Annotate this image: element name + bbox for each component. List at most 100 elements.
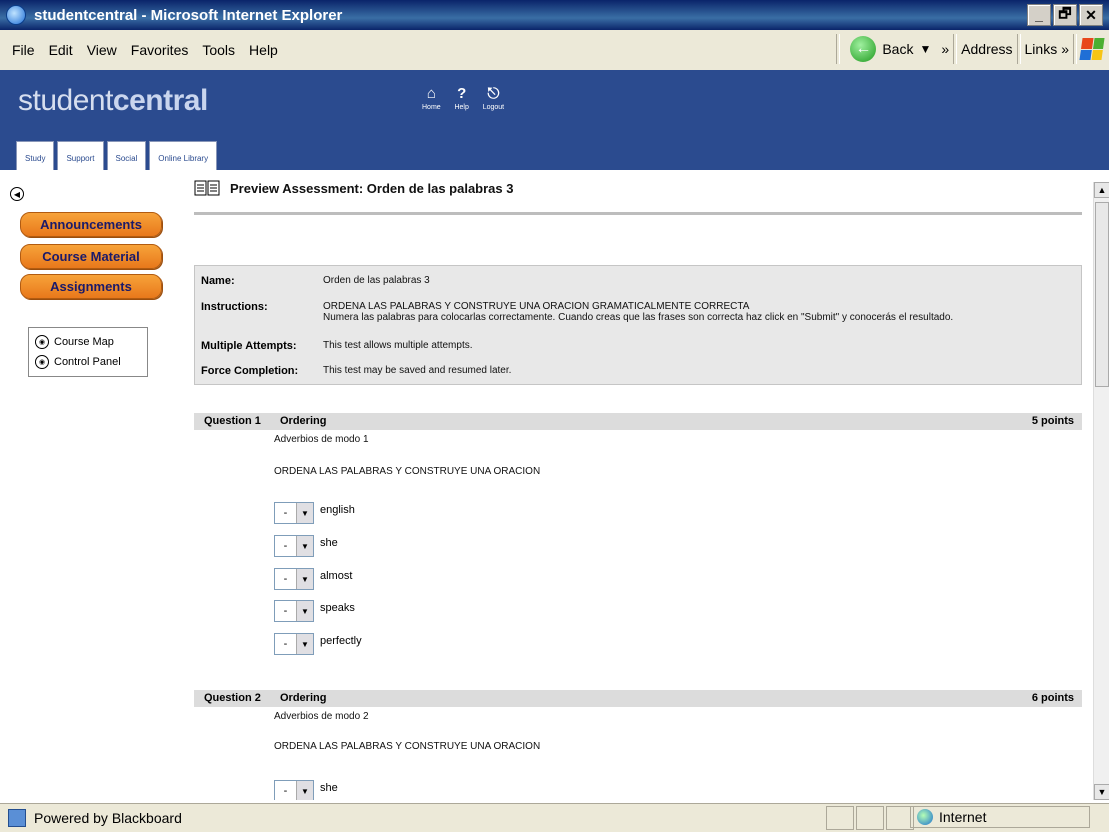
nav-announcements-button[interactable]: Announcements	[20, 212, 162, 237]
question-prompt: ORDENA LAS PALABRAS Y CONSTRUYE UNA ORAC…	[274, 466, 541, 477]
name-label: Name:	[201, 275, 235, 287]
logout-link[interactable]: ⎋ Logout	[483, 84, 504, 112]
ordering-item: - ▼ english	[274, 502, 355, 524]
page-title: Preview Assessment: Orden de las palabra…	[230, 180, 514, 196]
nav-course-material-button[interactable]: Course Material	[20, 244, 162, 269]
instructions-label: Instructions:	[201, 301, 268, 313]
course-map-icon: ◉	[35, 335, 49, 349]
menu-file[interactable]: File	[12, 42, 35, 58]
tab-support[interactable]: Support	[57, 141, 104, 170]
ordering-word: she	[320, 537, 338, 549]
security-zone[interactable]: Internet	[910, 806, 1090, 828]
ordering-word: perfectly	[320, 635, 362, 647]
question-subtitle: Adverbios de modo 2	[274, 711, 369, 722]
dropdown-arrow-icon[interactable]: ▼	[296, 781, 313, 800]
ordering-word: she	[320, 782, 338, 794]
status-panes	[826, 806, 914, 830]
ordering-word: almost	[320, 570, 353, 582]
collapse-menu-icon[interactable]: ◀	[10, 187, 24, 201]
status-pane	[826, 806, 854, 830]
force-completion-label: Force Completion:	[201, 365, 299, 377]
home-link[interactable]: ⌂ Home	[422, 84, 441, 112]
question-number: Question 1	[204, 415, 261, 427]
home-icon: ⌂	[426, 84, 436, 102]
back-button[interactable]: ← Back ▼	[844, 34, 937, 64]
question-points: 6 points	[1031, 692, 1074, 704]
order-select[interactable]: - ▼	[274, 633, 314, 655]
question-type: Ordering	[280, 415, 327, 427]
top-links: ⌂ Home ? Help ⎋ Logout	[422, 84, 504, 112]
menu-tools[interactable]: Tools	[202, 42, 235, 58]
order-select[interactable]: - ▼	[274, 600, 314, 622]
dropdown-arrow-icon[interactable]: ▼	[296, 634, 313, 654]
order-select[interactable]: - ▼	[274, 568, 314, 590]
dropdown-arrow-icon[interactable]: ▼	[919, 42, 931, 56]
ordering-item: - ▼ she	[274, 535, 338, 557]
ordering-item: - ▼ perfectly	[274, 633, 362, 655]
links-chevron[interactable]: »	[1061, 41, 1069, 57]
internet-globe-icon	[917, 809, 933, 825]
nav-assignments-button[interactable]: Assignments	[20, 274, 162, 299]
dropdown-arrow-icon[interactable]: ▼	[296, 503, 313, 523]
control-panel-label: Control Panel	[54, 356, 121, 368]
course-map-link[interactable]: ◉ Course Map	[35, 332, 141, 352]
order-select-value: -	[283, 785, 288, 797]
order-select-value: -	[283, 638, 288, 650]
minimize-button[interactable]: _	[1027, 4, 1051, 26]
menu-help[interactable]: Help	[249, 42, 278, 58]
tab-online-library[interactable]: Online Library	[149, 141, 218, 170]
scroll-thumb[interactable]	[1095, 202, 1109, 387]
order-select[interactable]: - ▼	[274, 535, 314, 557]
links-label[interactable]: Links	[1025, 41, 1058, 57]
site-logo[interactable]: studentcentral	[18, 84, 208, 118]
ie-icon	[6, 5, 26, 25]
question-header: Question 2 Ordering 6 points	[194, 690, 1082, 707]
dropdown-arrow-icon[interactable]: ▼	[296, 536, 313, 556]
window-title: studentcentral - Microsoft Internet Expl…	[34, 6, 343, 24]
logo-text-bold: central	[112, 84, 208, 117]
ordering-item: - ▼ almost	[274, 568, 352, 590]
scroll-down-arrow-icon[interactable]: ▼	[1094, 784, 1109, 800]
menu-favorites[interactable]: Favorites	[131, 42, 189, 58]
back-arrow-icon: ←	[850, 36, 877, 62]
main-content: Preview Assessment: Orden de las palabra…	[190, 170, 1087, 800]
force-completion-value: This test may be saved and resumed later…	[323, 365, 512, 376]
scroll-up-arrow-icon[interactable]: ▲	[1094, 182, 1109, 198]
toolbar-chevron[interactable]: »	[941, 41, 949, 57]
ordering-word: speaks	[320, 602, 355, 614]
tools-box: ◉ Course Map ◉ Control Panel	[28, 327, 148, 377]
separator	[953, 34, 958, 64]
separator	[836, 34, 841, 64]
question-type: Ordering	[280, 692, 327, 704]
vertical-scrollbar[interactable]: ▲ ▼	[1093, 182, 1109, 800]
tab-study[interactable]: Study	[16, 141, 55, 170]
menu-view[interactable]: View	[87, 42, 117, 58]
ordering-word: english	[320, 504, 355, 516]
question-subtitle: Adverbios de modo 1	[274, 434, 369, 445]
logo-text-plain: student	[18, 84, 113, 117]
question-header: Question 1 Ordering 5 points	[194, 413, 1082, 430]
order-select[interactable]: - ▼	[274, 780, 314, 800]
dropdown-arrow-icon[interactable]: ▼	[296, 601, 313, 621]
assessment-info-box: Name: Orden de las palabras 3 Instructio…	[194, 265, 1082, 385]
tab-social[interactable]: Social	[106, 141, 147, 170]
menu-edit[interactable]: Edit	[49, 42, 73, 58]
order-select-value: -	[283, 573, 288, 585]
name-value: Orden de las palabras 3	[323, 275, 430, 286]
help-label: Help	[454, 104, 469, 111]
order-select[interactable]: - ▼	[274, 502, 314, 524]
course-menu: ◀ Announcements Course Material Assignme…	[0, 170, 190, 800]
control-panel-link[interactable]: ◉ Control Panel	[35, 352, 141, 372]
multiple-attempts-label: Multiple Attempts:	[201, 340, 297, 352]
restore-button[interactable]: 🗗	[1053, 4, 1077, 26]
help-link[interactable]: ? Help	[453, 84, 471, 112]
close-button[interactable]: ✕	[1079, 4, 1103, 26]
status-pane	[856, 806, 884, 830]
question-number: Question 2	[204, 692, 261, 704]
dropdown-arrow-icon[interactable]: ▼	[296, 569, 313, 589]
question-points: 5 points	[1031, 415, 1074, 427]
address-label[interactable]: Address	[961, 41, 1012, 57]
home-label: Home	[422, 104, 441, 111]
page-icon	[8, 809, 26, 827]
ordering-item: - ▼ she	[274, 780, 338, 800]
